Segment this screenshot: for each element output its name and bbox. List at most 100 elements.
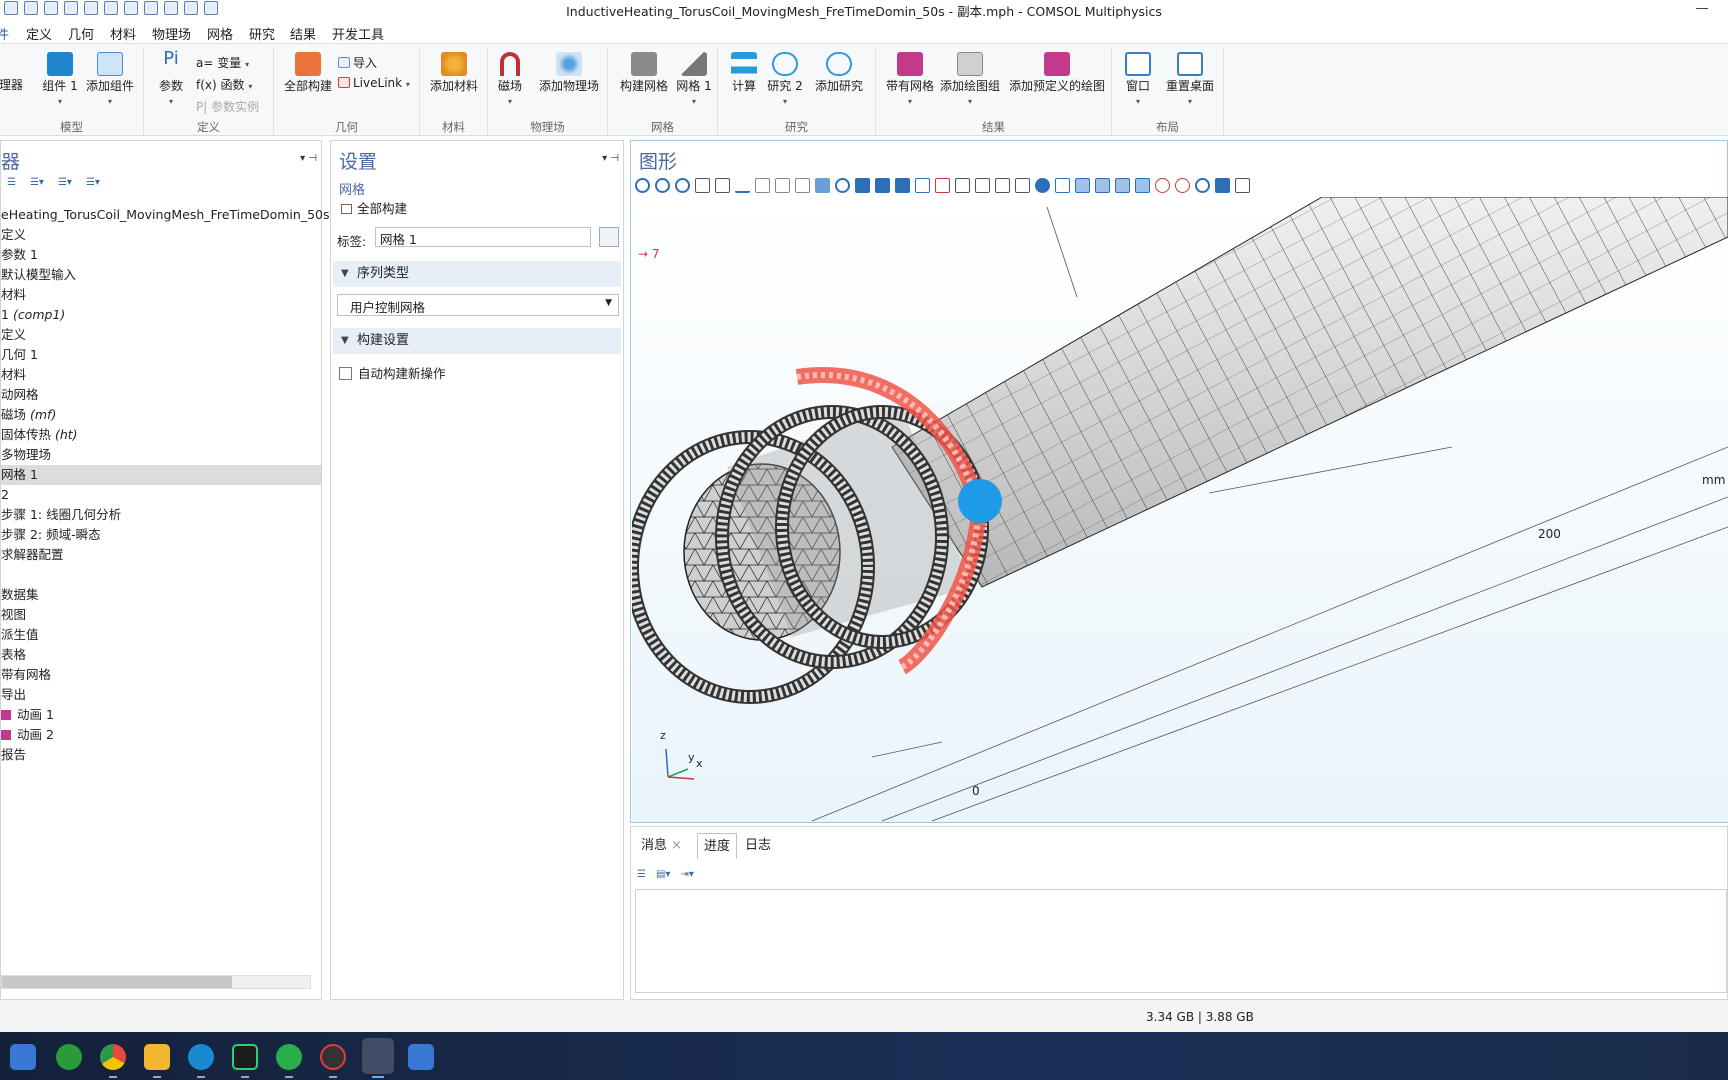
auto-build-checkbox-row[interactable]: 自动构建新操作	[339, 363, 446, 382]
tree-item[interactable]: 几何 1	[1, 345, 321, 365]
show-icon[interactable]: ☰▾	[30, 177, 44, 188]
horizontal-scrollbar[interactable]	[1, 975, 311, 989]
app-icon-font[interactable]	[10, 1044, 36, 1070]
file-explorer-icon[interactable]	[144, 1044, 170, 1070]
menu-results[interactable]: 结果	[290, 24, 316, 43]
scrollbar-thumb[interactable]	[2, 976, 232, 988]
build-mesh-button[interactable]: 构建网格	[618, 50, 670, 93]
view-yz-icon[interactable]	[775, 177, 790, 193]
tree-item[interactable]: 步骤 1: 线圈几何分析	[1, 505, 321, 525]
tab-log[interactable]: 日志	[739, 833, 777, 859]
add-material-button[interactable]: 添加材料	[426, 50, 482, 93]
scroll-lock-icon[interactable]: ⇥▾	[680, 869, 693, 880]
sequence-type-select[interactable]: 用户控制网格 ▼	[337, 294, 619, 316]
tree-item[interactable]: 报告	[1, 745, 321, 765]
label-input[interactable]: 网格 1	[375, 227, 591, 247]
mesh1-button[interactable]: 网格 1 ▾	[674, 50, 714, 109]
menu-developer[interactable]: 开发工具	[332, 24, 384, 43]
compute-button[interactable]: 计算	[728, 50, 760, 93]
wechat-icon[interactable]	[276, 1044, 302, 1070]
tree-item[interactable]: 固体传热 (ht)	[1, 425, 321, 445]
variables-button[interactable]: a= 变量 ▾	[196, 54, 249, 71]
livelink-button[interactable]: LiveLink ▾	[338, 76, 410, 90]
zoom-in-icon[interactable]	[635, 177, 650, 193]
add-study-button[interactable]: 添加研究	[808, 50, 870, 93]
sort-icon[interactable]: ☰▾	[86, 177, 100, 188]
chrome-icon[interactable]	[100, 1044, 126, 1070]
minimize-icon[interactable]	[1696, 8, 1708, 9]
tree-item[interactable]: 数据集	[1, 585, 321, 605]
zoom-out-icon[interactable]	[655, 177, 670, 193]
tree-item[interactable]: 求解器配置	[1, 545, 321, 565]
tree-item[interactable]: 派生值	[1, 625, 321, 645]
camera-icon[interactable]	[1215, 177, 1230, 193]
menu-physics[interactable]: 物理场	[152, 24, 191, 43]
tree-item[interactable]: 表格	[1, 645, 321, 665]
tree-item[interactable]: 动网格	[1, 385, 321, 405]
tree-item[interactable]: 参数 1	[1, 245, 321, 265]
tree-item[interactable]: 定义	[1, 325, 321, 345]
section-build-settings[interactable]: ▼ 构建设置	[333, 328, 621, 354]
tree-item[interactable]: 2	[1, 485, 321, 505]
tree-item[interactable]: 视图	[1, 605, 321, 625]
clear-icon[interactable]: ☰	[637, 869, 646, 880]
tree-item[interactable]	[1, 565, 321, 585]
scene-light-icon[interactable]	[1095, 177, 1110, 193]
tree-item[interactable]: 默认模型输入	[1, 265, 321, 285]
tree-item[interactable]: 导出	[1, 685, 321, 705]
transparency-icon[interactable]	[1015, 177, 1030, 193]
expand-icon[interactable]: ☰	[7, 177, 16, 188]
zoom-selection-icon[interactable]	[695, 177, 710, 193]
reset-view-icon[interactable]	[1195, 177, 1210, 193]
model-color-icon[interactable]	[1175, 177, 1190, 193]
view-3d-icon[interactable]	[815, 177, 830, 193]
add-component-button[interactable]: 添加组件 ▾	[82, 50, 138, 109]
show-icon[interactable]	[975, 177, 990, 193]
collapse-icon[interactable]: ☰▾	[58, 177, 72, 188]
axis-ortho-icon[interactable]	[1135, 177, 1150, 193]
label-edit-button[interactable]	[599, 227, 619, 247]
build-all-link[interactable]: 全部构建	[341, 198, 407, 217]
tree-item[interactable]: 带有网格	[1, 665, 321, 685]
parameters-button[interactable]: Pi 参数 ▾	[154, 50, 188, 109]
menu-file[interactable]: 件	[0, 24, 9, 43]
section-sequence-type[interactable]: ▼ 序列类型	[333, 261, 621, 287]
add-plot-group-button[interactable]: 添加绘图组 ▾	[938, 50, 1002, 109]
import-button[interactable]: 导入	[338, 54, 377, 71]
tree-item[interactable]: 步骤 2: 频域-瞬态	[1, 525, 321, 545]
comsol-taskbar-icon[interactable]	[362, 1038, 394, 1074]
hide-icon[interactable]	[955, 177, 970, 193]
param-instances-button[interactable]: P| 参数实例	[196, 98, 259, 115]
print-icon[interactable]	[1235, 177, 1250, 193]
app-icon-recorder[interactable]	[320, 1044, 346, 1070]
add-physics-button[interactable]: 添加物理场	[532, 50, 606, 93]
wireframe-icon[interactable]	[1075, 177, 1090, 193]
menu-mesh[interactable]: 网格	[207, 24, 233, 43]
settings-pin-icon[interactable]: ▾ ⊣	[602, 153, 619, 164]
menu-study[interactable]: 研究	[249, 24, 275, 43]
zoom-extents-icon[interactable]	[715, 177, 730, 193]
pycharm-icon[interactable]	[232, 1044, 258, 1070]
progress-log-area[interactable]	[635, 889, 1727, 993]
tab-progress[interactable]: 进度	[697, 833, 738, 859]
grid-icon[interactable]	[1115, 177, 1130, 193]
magnetic-field-button[interactable]: 磁场 ▾	[492, 50, 528, 109]
edge-icon[interactable]	[188, 1044, 214, 1070]
reset-desktop-button[interactable]: 重置桌面 ▾	[1160, 50, 1220, 109]
app-icon-network[interactable]	[56, 1044, 82, 1070]
tree-item[interactable]: 多物理场	[1, 445, 321, 465]
menu-geometry[interactable]: 几何	[68, 24, 94, 43]
component-button[interactable]: 组件 1 ▾	[40, 50, 80, 109]
menu-materials[interactable]: 材料	[110, 24, 136, 43]
select-box-icon[interactable]	[915, 177, 930, 193]
tree-item[interactable]: 1 (comp1)	[1, 305, 321, 325]
tree-item[interactable]: 磁场 (mf)	[1, 405, 321, 425]
tab-messages[interactable]: 消息 ×	[635, 833, 688, 859]
functions-button[interactable]: f(x) 函数 ▾	[196, 76, 252, 93]
deselect-box-icon[interactable]	[935, 177, 950, 193]
app-icon-monitor[interactable]	[408, 1044, 434, 1070]
tree-item[interactable]: 动画 1	[1, 705, 321, 725]
axis-icon[interactable]	[735, 178, 750, 193]
tree-item[interactable]: 材料	[1, 285, 321, 305]
model-manager-button[interactable]: 理器	[0, 78, 24, 92]
